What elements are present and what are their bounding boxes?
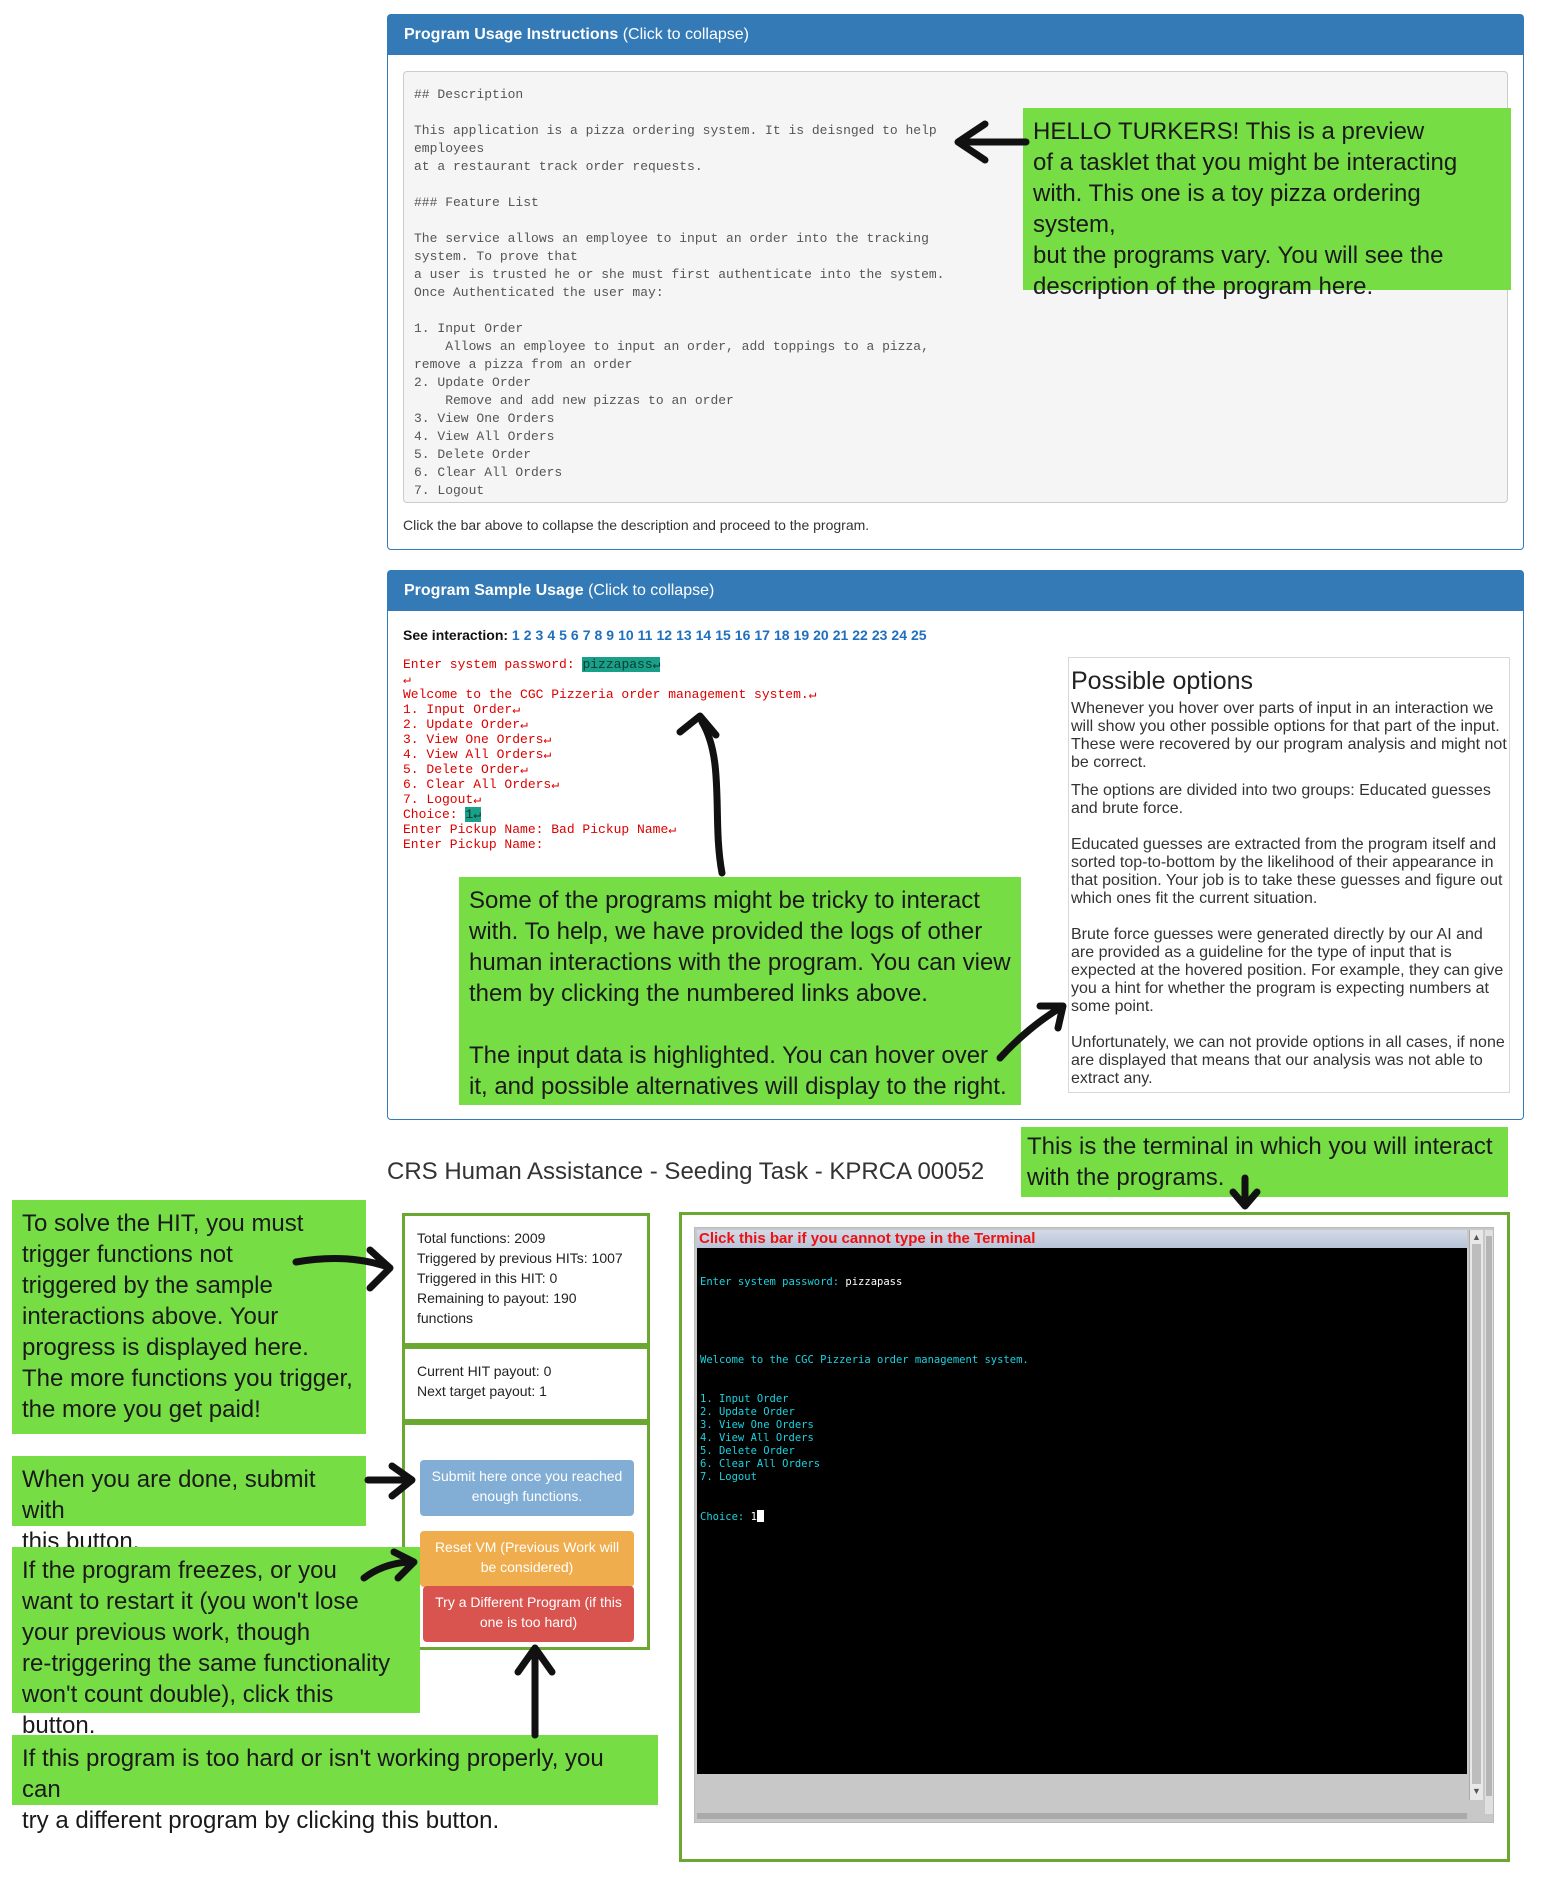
arrow-to-options-icon <box>996 1002 1067 1062</box>
arrow-to-description-icon <box>954 120 1030 164</box>
arrow-to-different-icon <box>514 1644 556 1739</box>
arrow-to-stats-icon <box>292 1246 394 1292</box>
annotation-arrows <box>292 120 1261 1739</box>
arrow-to-submit-icon <box>364 1462 416 1500</box>
arrow-to-reset-icon <box>360 1548 418 1582</box>
arrow-to-log-icon <box>676 712 726 877</box>
arrow-to-terminal-icon <box>1229 1174 1261 1210</box>
